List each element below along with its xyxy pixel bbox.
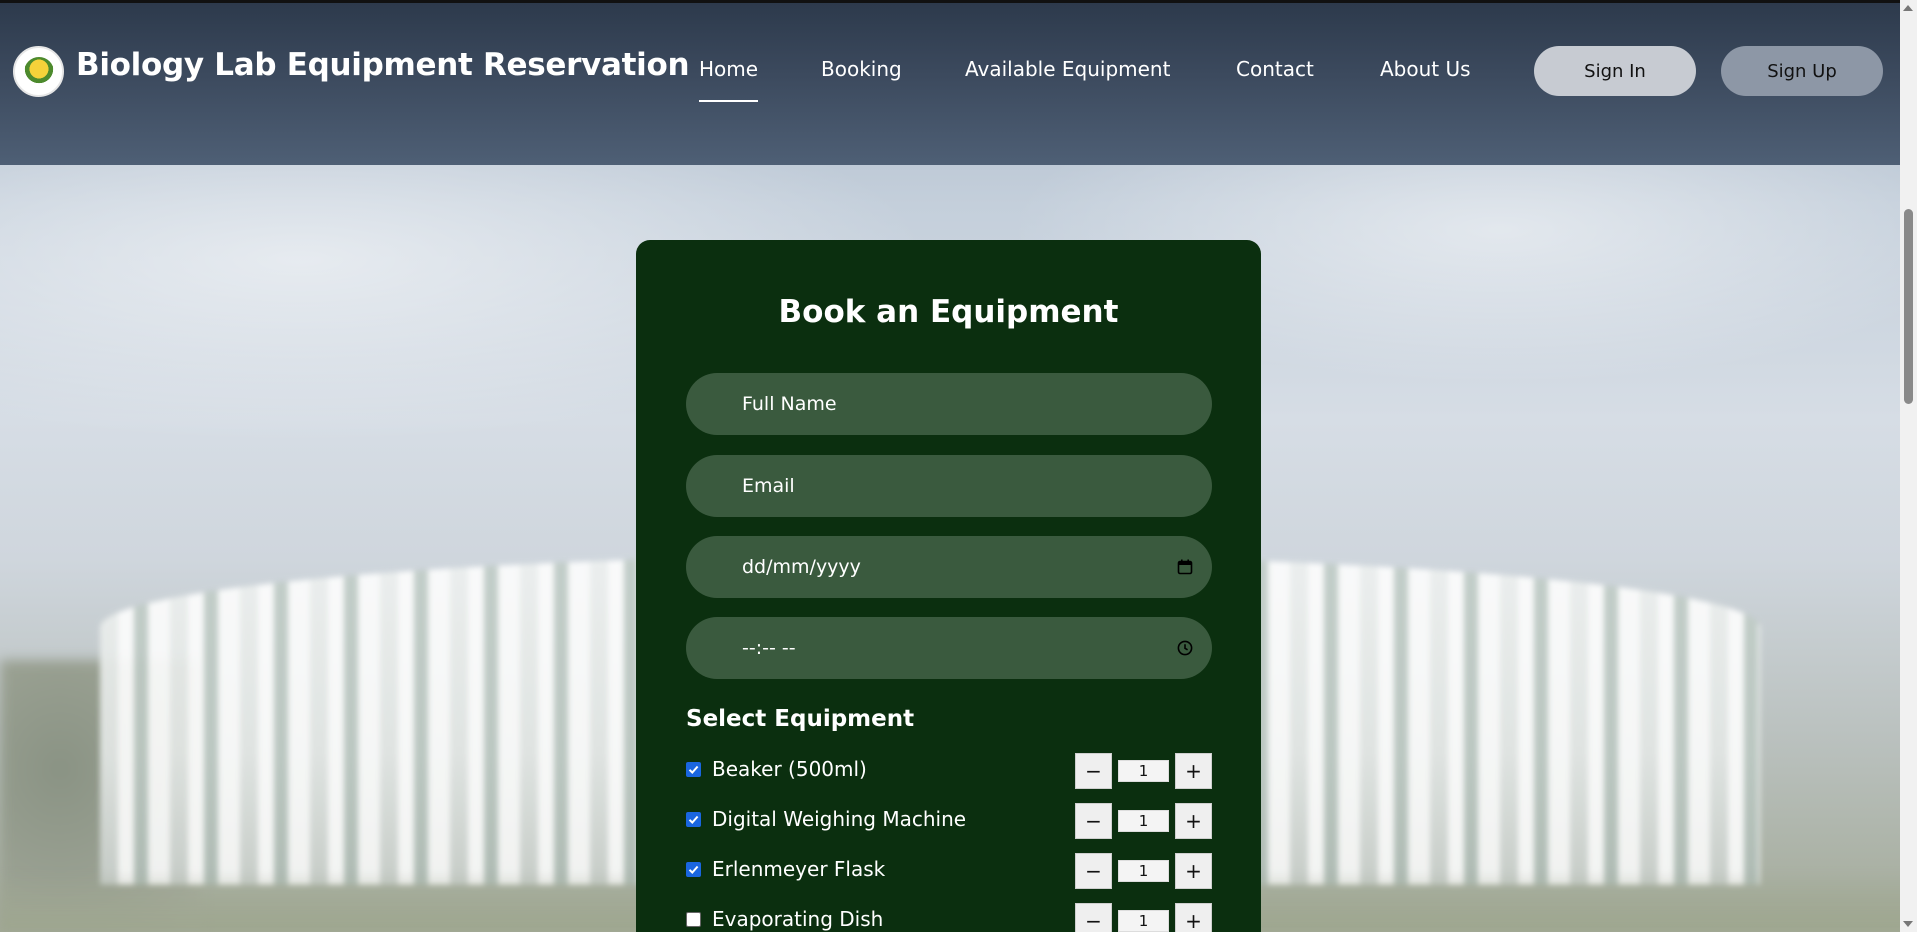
increment-button[interactable]: + [1175,753,1212,789]
increment-button[interactable]: + [1175,903,1212,932]
equipment-row: Digital Weighing Machine − 1 + [686,803,1212,839]
decrement-button[interactable]: − [1075,803,1112,839]
quantity-input[interactable]: 1 [1118,910,1169,932]
full-name-input[interactable] [742,393,1194,415]
increment-button[interactable]: + [1175,853,1212,889]
site-title: Biology Lab Equipment Reservation [76,47,690,83]
equipment-label: Beaker (500ml) [712,757,867,781]
decrement-button[interactable]: − [1075,903,1112,932]
email-field[interactable] [686,455,1212,517]
clock-icon[interactable] [1176,639,1194,657]
booking-form-card: Book an Equipment dd/mm/yyyy --:-- -- Se… [636,240,1261,932]
full-name-field[interactable] [686,373,1212,435]
equipment-row: Beaker (500ml) − 1 + [686,753,1212,789]
nav-about-us[interactable]: About Us [1380,57,1471,81]
decrement-button[interactable]: − [1075,853,1112,889]
quantity-input[interactable]: 1 [1118,760,1169,782]
time-input[interactable]: --:-- -- [742,637,1176,659]
date-field[interactable]: dd/mm/yyyy [686,536,1212,598]
equipment-row: Evaporating Dish − 1 + [686,903,1212,932]
date-input[interactable]: dd/mm/yyyy [742,556,1176,578]
time-field[interactable]: --:-- -- [686,617,1212,679]
equipment-label: Digital Weighing Machine [712,807,967,831]
increment-button[interactable]: + [1175,803,1212,839]
equipment-checkbox[interactable] [686,762,701,777]
quantity-input[interactable]: 1 [1118,860,1169,882]
nav-booking[interactable]: Booking [821,57,902,81]
calendar-icon[interactable] [1176,558,1194,576]
scroll-up-arrow-icon[interactable] [1903,5,1913,11]
quantity-stepper: − 1 + [1075,903,1212,932]
sign-in-button[interactable]: Sign In [1534,46,1696,96]
nav-contact[interactable]: Contact [1236,57,1314,81]
quantity-input[interactable]: 1 [1118,810,1169,832]
quantity-stepper: − 1 + [1075,803,1212,839]
check-icon [688,765,699,774]
check-icon [688,815,699,824]
scroll-down-arrow-icon[interactable] [1903,921,1913,927]
check-icon [688,865,699,874]
equipment-label: Evaporating Dish [712,907,884,931]
equipment-checkbox[interactable] [686,912,701,927]
decrement-button[interactable]: − [1075,753,1112,789]
nav-available-equipment[interactable]: Available Equipment [965,57,1170,81]
form-title: Book an Equipment [778,294,1119,330]
logo[interactable] [13,46,64,97]
page-scrollbar[interactable] [1900,0,1917,932]
logo-emblem-icon [23,56,54,87]
email-input[interactable] [742,475,1194,497]
nav-home[interactable]: Home [699,57,759,102]
equipment-checkbox[interactable] [686,862,701,877]
site-header: Biology Lab Equipment Reservation Home B… [0,0,1900,165]
quantity-stepper: − 1 + [1075,753,1212,789]
equipment-row: Erlenmeyer Flask − 1 + [686,853,1212,889]
quantity-stepper: − 1 + [1075,853,1212,889]
scroll-thumb[interactable] [1904,209,1913,404]
sign-up-button[interactable]: Sign Up [1721,46,1883,96]
equipment-checkbox[interactable] [686,812,701,827]
equipment-label: Erlenmeyer Flask [712,857,886,881]
select-equipment-heading: Select Equipment [686,706,915,732]
